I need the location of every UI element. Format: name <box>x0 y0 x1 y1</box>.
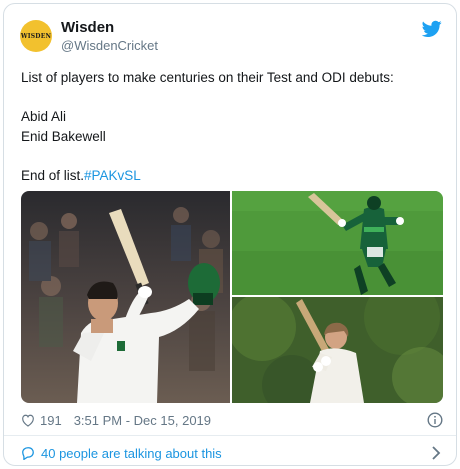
conversation-link[interactable]: 40 people are talking about this <box>21 442 443 464</box>
photo-batsman-test[interactable] <box>21 191 230 403</box>
avatar[interactable]: WISDEN <box>20 20 52 52</box>
speech-bubble-icon <box>22 447 34 460</box>
tweet-card[interactable]: WISDEN Wisden @WisdenCricket List of pla… <box>3 3 457 466</box>
conversation-label: 40 people are talking about this <box>41 445 222 461</box>
media-grid <box>21 191 443 403</box>
avatar-logo-text: WISDEN <box>20 32 52 40</box>
twitter-bird-icon[interactable] <box>422 20 442 38</box>
closing-text: End of list. <box>21 167 85 183</box>
tweet-body: List of players to make centuries on the… <box>21 68 441 185</box>
author-handle[interactable]: @WisdenCricket <box>61 38 158 53</box>
info-icon[interactable] <box>427 412 443 428</box>
tweet-meta: 191 3:51 PM - Dec 15, 2019 <box>21 409 443 431</box>
tweet-line-player-1: Abid Ali <box>21 109 67 124</box>
tweet-line-closing: End of list.#PAKvSL <box>21 166 441 186</box>
tweet-line-intro: List of players to make centuries on the… <box>21 70 394 85</box>
tweet-header: WISDEN Wisden @WisdenCricket <box>4 4 456 60</box>
like-count[interactable]: 191 <box>40 413 62 428</box>
chevron-right-icon <box>432 446 441 460</box>
divider <box>4 435 456 436</box>
author-name[interactable]: Wisden <box>61 19 114 36</box>
photo-batter-vintage[interactable] <box>232 297 443 403</box>
tweet-timestamp[interactable]: 3:51 PM - Dec 15, 2019 <box>74 413 211 428</box>
heart-icon[interactable] <box>21 414 35 427</box>
photo-batter-odi[interactable] <box>232 191 443 295</box>
hashtag-link[interactable]: #PAKvSL <box>84 168 141 183</box>
tweet-line-player-2: Enid Bakewell <box>21 128 106 144</box>
